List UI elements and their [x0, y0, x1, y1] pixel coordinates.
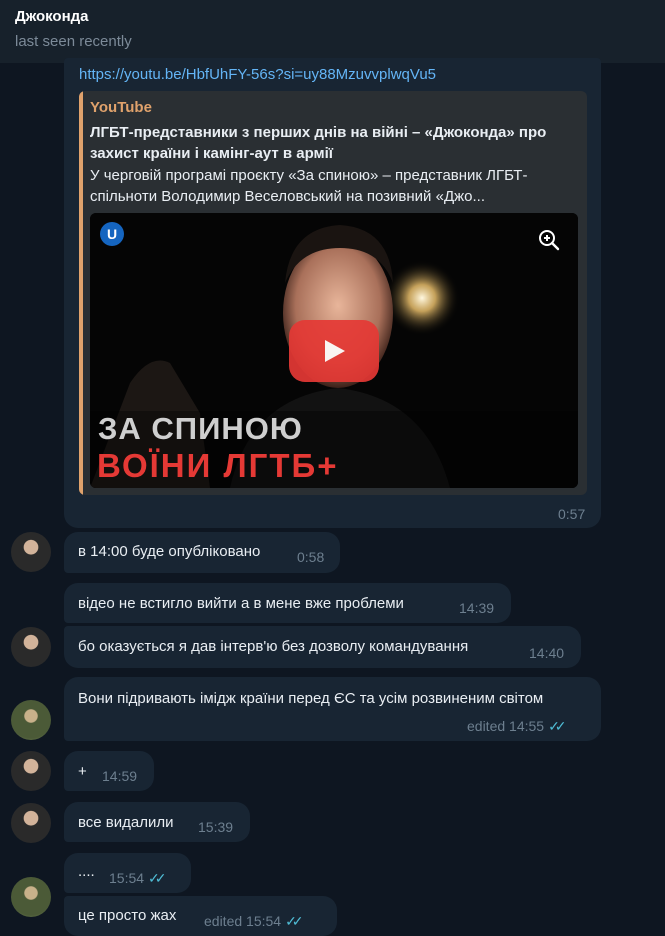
play-icon — [325, 340, 345, 362]
contact-name[interactable]: Джоконда — [15, 8, 650, 25]
preview-title: ЛГБТ-представники з перших днів на війні… — [90, 124, 547, 162]
message-bubble[interactable]: це просто жах edited 15:54 ✓✓ — [64, 896, 337, 936]
avatar[interactable] — [11, 751, 51, 791]
message-time: edited 15:54 ✓✓ — [204, 913, 304, 929]
avatar[interactable] — [11, 877, 51, 917]
preview-accent-bar — [79, 91, 83, 495]
message-time: 14:39 — [459, 600, 495, 616]
message-text: .... — [78, 863, 95, 880]
preview-site-name: YouTube — [90, 99, 152, 116]
thumbnail-caption-2: ВОЇНИ ЛГТБ+ — [97, 447, 339, 484]
video-thumbnail[interactable]: U ЗА СПИНОЮ ВОЇНИ ЛГТБ+ — [90, 213, 578, 488]
avatar[interactable] — [11, 627, 51, 667]
message-bubble[interactable]: Вони підривають імідж країни перед ЄС та… — [64, 677, 601, 741]
message-time: 0:57 — [558, 506, 586, 522]
message-bubble[interactable]: .... 15:54 ✓✓ — [64, 853, 191, 893]
message-text: все видалили — [78, 814, 174, 831]
zoom-in-icon[interactable] — [537, 228, 561, 252]
message-bubble[interactable]: + 14:59 — [64, 751, 154, 791]
message-text: бо оказується я дав інтерв'ю без дозволу… — [78, 638, 469, 655]
message-time: 15:54 ✓✓ — [109, 870, 167, 886]
message-bubble[interactable]: все видалили 15:39 — [64, 802, 250, 842]
message-text: це просто жах — [78, 907, 177, 924]
message-link[interactable]: https://youtu.be/HbfUhFY-56s?si=uy88Mzuv… — [79, 66, 436, 83]
double-check-icon: ✓✓ — [548, 718, 567, 734]
play-button[interactable] — [289, 320, 379, 382]
preview-description: У черговій програмі проєкту «За спиною» … — [90, 167, 528, 205]
message-time: 14:59 — [102, 768, 138, 784]
avatar[interactable] — [11, 532, 51, 572]
channel-logo: U — [100, 222, 124, 246]
message-text: відео не встигло вийти а в мене вже проб… — [78, 595, 404, 612]
chat-header[interactable]: Джоконда last seen recently — [0, 0, 665, 63]
message-bubble[interactable]: бо оказується я дав інтерв'ю без дозволу… — [64, 626, 581, 668]
message-text: Вони підривають імідж країни перед ЄС та… — [78, 690, 544, 707]
contact-status: last seen recently — [15, 33, 132, 50]
message-bubble[interactable]: відео не встигло вийти а в мене вже проб… — [64, 583, 511, 623]
message-time: 15:39 — [198, 819, 234, 835]
message-time: 0:58 — [297, 549, 325, 565]
double-check-icon: ✓✓ — [285, 913, 304, 929]
message-time: 14:40 — [529, 645, 565, 661]
avatar[interactable] — [11, 700, 51, 740]
double-check-icon: ✓✓ — [148, 870, 167, 886]
message-bubble[interactable]: в 14:00 буде опубліковано 0:58 — [64, 532, 340, 573]
message-time: edited 14:55 ✓✓ — [467, 718, 567, 734]
avatar[interactable] — [11, 803, 51, 843]
thumbnail-caption-1: ЗА СПИНОЮ — [98, 411, 303, 446]
message-text: в 14:00 буде опубліковано — [78, 543, 261, 560]
message-text: + — [78, 763, 87, 780]
